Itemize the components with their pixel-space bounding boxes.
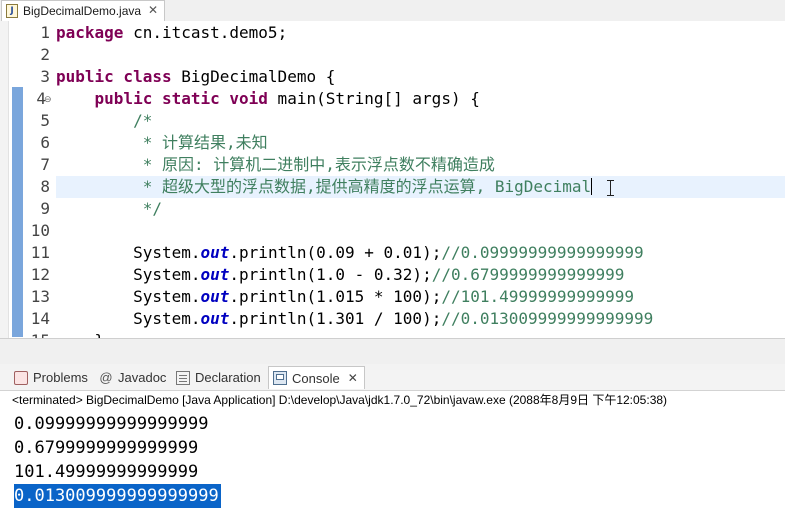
code-line: public static void main(String[] args) { bbox=[94, 89, 480, 108]
line-number: 7 bbox=[40, 155, 50, 174]
close-icon[interactable]: ✕ bbox=[148, 3, 158, 17]
tab-problems-label: Problems bbox=[33, 370, 88, 385]
line-number: 9 bbox=[40, 199, 50, 218]
code-line: package cn.itcast.demo5; bbox=[56, 23, 288, 42]
quick-diff-marker bbox=[12, 87, 23, 337]
ibeam-cursor-icon bbox=[606, 179, 616, 197]
tab-declaration[interactable]: Declaration bbox=[176, 367, 261, 388]
line-number: 11 bbox=[30, 243, 50, 262]
code-editor[interactable]: 1 2 3 4 ⊖ 5 6 7 8 9 10 11 12 13 14 15 pa… bbox=[0, 21, 785, 338]
close-icon[interactable]: ✕ bbox=[348, 371, 358, 385]
line-number: 6 bbox=[40, 133, 50, 152]
line-number: 15 bbox=[26, 330, 50, 338]
code-line: System.out.println(1.0 - 0.32);//0.67999… bbox=[56, 265, 625, 284]
tab-declaration-label: Declaration bbox=[195, 370, 261, 385]
problems-icon bbox=[14, 370, 28, 385]
code-line: System.out.println(0.09 + 0.01);//0.0999… bbox=[56, 243, 644, 262]
console-icon bbox=[273, 371, 287, 385]
tab-javadoc-label: Javadoc bbox=[118, 370, 167, 385]
console-output-line-selected: 0.013009999999999999 bbox=[14, 484, 221, 508]
tab-javadoc[interactable]: @ Javadoc bbox=[99, 367, 166, 388]
java-file-icon: J bbox=[6, 4, 18, 18]
line-number: 1 bbox=[40, 23, 50, 42]
text-caret bbox=[591, 178, 593, 195]
tab-problems[interactable]: Problems bbox=[14, 367, 88, 388]
line-number: 13 bbox=[30, 287, 50, 306]
current-code-line: * 超级大型的浮点数据,提供高精度的浮点运算, BigDecimal bbox=[56, 176, 785, 198]
line-number: 14 bbox=[30, 309, 50, 328]
panel-divider[interactable] bbox=[0, 338, 785, 365]
editor-tab-bar: J BigDecimalDemo.java ✕ bbox=[0, 0, 785, 22]
views-tab-bar: Problems @ Javadoc Declaration Console ✕ bbox=[0, 364, 785, 391]
editor-tab-label: BigDecimalDemo.java bbox=[23, 4, 142, 18]
code-line: System.out.println(1.301 / 100);//0.0130… bbox=[56, 309, 654, 328]
code-comment-line: */ bbox=[56, 199, 162, 218]
line-number: 4 bbox=[36, 89, 46, 108]
console-output-line: 101.49999999999999 bbox=[14, 462, 199, 482]
code-line: } bbox=[56, 330, 785, 338]
line-number: 8 bbox=[40, 177, 50, 196]
at-sign-icon: @ bbox=[99, 369, 113, 385]
code-line: System.out.println(1.015 * 100);//101.49… bbox=[56, 287, 634, 306]
tab-console[interactable]: Console ✕ bbox=[268, 366, 365, 389]
code-comment-line: * 计算结果,未知 bbox=[56, 133, 268, 152]
console-output-line: 0.6799999999999999 bbox=[14, 438, 199, 458]
line-number: 3 bbox=[40, 67, 50, 86]
code-comment-line: /* bbox=[56, 111, 153, 130]
line-number: 2 bbox=[40, 45, 50, 64]
console-output-line: 0.09999999999999999 bbox=[14, 414, 209, 434]
code-comment-line: * 原因: 计算机二进制中,表示浮点数不精确造成 bbox=[56, 155, 495, 174]
editor-tab-bigdecimaldemo[interactable]: J BigDecimalDemo.java ✕ bbox=[1, 0, 165, 21]
console-process-status: <terminated> BigDecimalDemo [Java Applic… bbox=[12, 393, 668, 407]
fold-collapse-icon[interactable]: ⊖ bbox=[44, 88, 52, 110]
code-line: public class BigDecimalDemo { bbox=[56, 67, 336, 86]
declaration-icon bbox=[176, 370, 190, 385]
editor-annotation-ruler bbox=[0, 21, 9, 338]
console-output[interactable]: 0.09999999999999999 0.6799999999999999 1… bbox=[0, 410, 785, 532]
line-number: 12 bbox=[30, 265, 50, 284]
line-number: 10 bbox=[30, 221, 50, 240]
tab-console-label: Console bbox=[292, 370, 340, 386]
line-number: 5 bbox=[40, 111, 50, 130]
